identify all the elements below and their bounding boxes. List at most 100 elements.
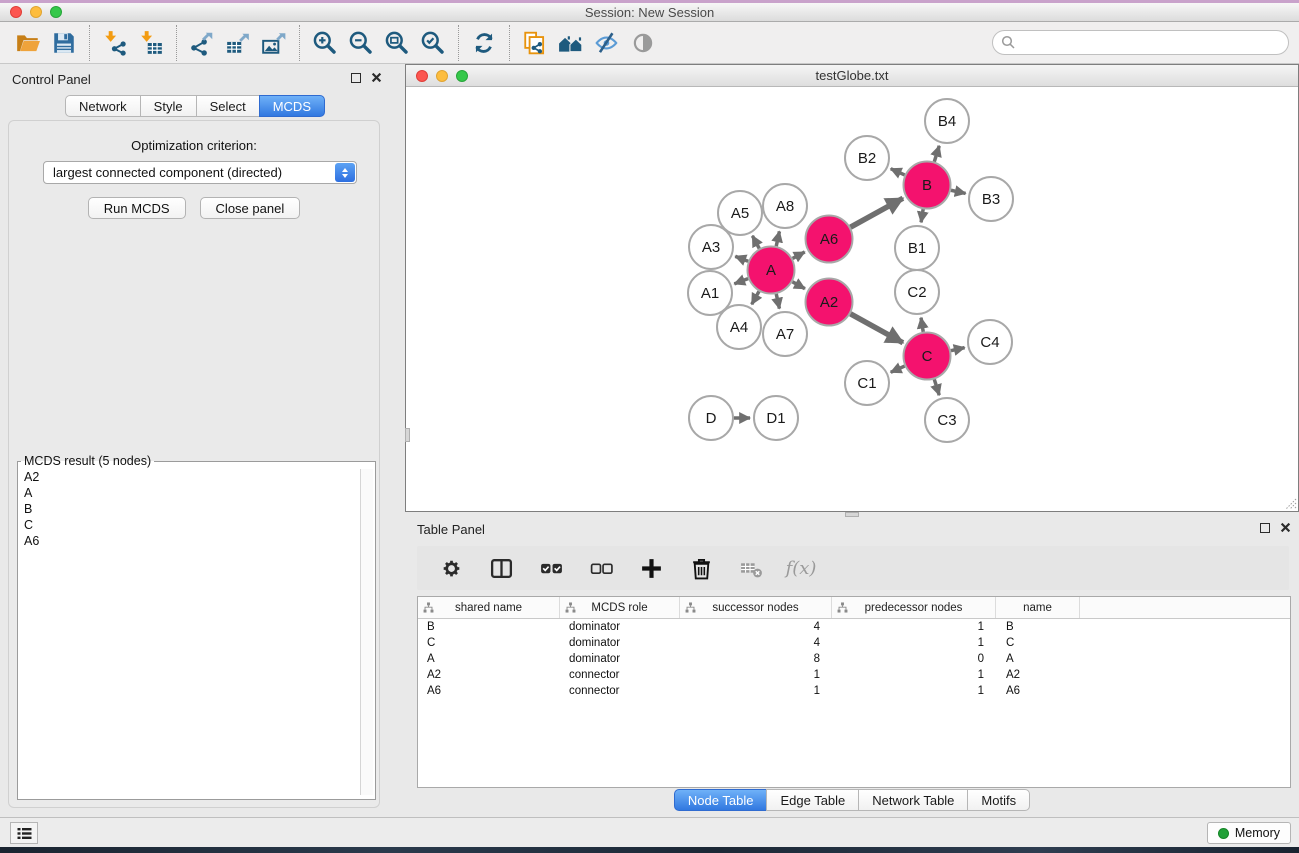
export-network-button[interactable] — [184, 26, 220, 60]
mcds-result-item[interactable]: A6 — [20, 533, 373, 549]
zoom-in-button[interactable] — [307, 26, 343, 60]
memory-button[interactable]: Memory — [1207, 822, 1291, 844]
export-image-button[interactable] — [256, 26, 292, 60]
run-mcds-button[interactable]: Run MCDS — [88, 197, 186, 219]
table-settings-button[interactable] — [433, 551, 469, 585]
graph-node-B3[interactable]: B3 — [969, 177, 1013, 221]
control-tab-mcds[interactable]: MCDS — [259, 95, 325, 117]
graph-edge-A-A5[interactable] — [752, 236, 759, 249]
table-cell[interactable]: 1 — [832, 685, 996, 697]
resize-grip-icon[interactable] — [1285, 498, 1297, 510]
table-cell[interactable]: C — [418, 637, 560, 649]
float-panel-icon[interactable] — [351, 73, 361, 83]
graph-edge-A-A2[interactable] — [792, 282, 804, 289]
close-network-button[interactable] — [416, 70, 428, 82]
zoom-fit-button[interactable] — [379, 26, 415, 60]
minimize-window-button[interactable] — [30, 6, 42, 18]
graph-node-B2[interactable]: B2 — [845, 136, 889, 180]
mcds-result-scrollbar[interactable] — [360, 469, 373, 795]
new-network-from-selection-button[interactable] — [517, 26, 553, 60]
column-header-name[interactable]: name — [996, 597, 1080, 618]
table-row[interactable]: A2connector11A2 — [418, 667, 1290, 683]
table-cell[interactable]: A2 — [418, 669, 560, 681]
graph-edge-B-B1[interactable] — [921, 209, 923, 222]
graph-edge-A-A7[interactable] — [776, 294, 779, 309]
table-tab-motifs[interactable]: Motifs — [967, 789, 1030, 811]
table-cell[interactable]: 1 — [680, 669, 832, 681]
graph-edge-A-A8[interactable] — [776, 231, 779, 246]
table-cell[interactable]: 0 — [832, 653, 996, 665]
table-cell[interactable]: C — [996, 637, 1080, 649]
table-cell[interactable]: A2 — [996, 669, 1080, 681]
zoom-selected-button[interactable] — [415, 26, 451, 60]
hide-annotations-button[interactable] — [589, 26, 625, 60]
control-tab-select[interactable]: Select — [196, 95, 260, 117]
graph-node-C2[interactable]: C2 — [895, 270, 939, 314]
delete-columns-button[interactable] — [683, 551, 719, 585]
search-input[interactable] — [1016, 33, 1288, 53]
graph-node-B[interactable]: B — [904, 162, 951, 209]
graph-node-C3[interactable]: C3 — [925, 398, 969, 442]
graph-node-A7[interactable]: A7 — [763, 312, 807, 356]
table-row[interactable]: Bdominator41B — [418, 619, 1290, 635]
table-cell[interactable]: connector — [560, 669, 680, 681]
table-cell[interactable]: dominator — [560, 653, 680, 665]
graph-edge-B-B3[interactable] — [951, 190, 966, 193]
close-panel-icon[interactable] — [371, 72, 382, 83]
table-row[interactable]: A6connector11A6 — [418, 683, 1290, 699]
table-cell[interactable]: B — [418, 621, 560, 633]
zoom-window-button[interactable] — [50, 6, 62, 18]
graph-node-D1[interactable]: D1 — [754, 396, 798, 440]
column-header-mcds-role[interactable]: MCDS role — [560, 597, 680, 618]
save-session-button[interactable] — [46, 26, 82, 60]
graph-edge-B-B4[interactable] — [934, 146, 939, 162]
graph-node-C[interactable]: C — [904, 333, 951, 380]
graph-node-C4[interactable]: C4 — [968, 320, 1012, 364]
graph-edge-A-A6[interactable] — [793, 252, 805, 258]
task-history-button[interactable] — [10, 822, 38, 844]
graph-node-B4[interactable]: B4 — [925, 99, 969, 143]
refresh-view-button[interactable] — [466, 26, 502, 60]
graph-edge-C-C4[interactable] — [951, 348, 965, 351]
table-cell[interactable]: 8 — [680, 653, 832, 665]
graph-node-B1[interactable]: B1 — [895, 226, 939, 270]
graph-node-A[interactable]: A — [748, 247, 795, 294]
table-cell[interactable]: B — [996, 621, 1080, 633]
graph-edge-B-B2[interactable] — [891, 169, 905, 175]
search-box[interactable] — [992, 30, 1289, 55]
table-cell[interactable]: dominator — [560, 621, 680, 633]
graph-edge-A-A1[interactable] — [734, 279, 748, 284]
graph-edge-C-C1[interactable] — [891, 366, 905, 372]
graph-node-A2[interactable]: A2 — [806, 279, 853, 326]
network-canvas[interactable]: B4B2BB3A8A5A6A3B1AA1C2A2A4A7C4CC1C3DD1 — [406, 87, 1298, 511]
graph-edge-A6-B[interactable] — [850, 198, 902, 227]
graph-node-A6[interactable]: A6 — [806, 216, 853, 263]
mcds-result-item[interactable]: B — [20, 501, 373, 517]
graph-edge-A-A3[interactable] — [735, 256, 748, 261]
graph-node-D[interactable]: D — [689, 396, 733, 440]
table-cell[interactable]: 1 — [832, 637, 996, 649]
show-graphics-details-button[interactable] — [625, 26, 661, 60]
open-session-button[interactable] — [10, 26, 46, 60]
minimize-network-button[interactable] — [436, 70, 448, 82]
toggle-column-view-button[interactable] — [483, 551, 519, 585]
graph-node-A3[interactable]: A3 — [689, 225, 733, 269]
graph-edge-A-A4[interactable] — [752, 291, 759, 304]
bottom-splitter-handle[interactable] — [845, 512, 859, 517]
table-row[interactable]: Cdominator41C — [418, 635, 1290, 651]
control-tab-style[interactable]: Style — [140, 95, 197, 117]
column-header-shared-name[interactable]: shared name — [418, 597, 560, 618]
graph-edge-A2-C[interactable] — [850, 314, 902, 343]
table-cell[interactable]: 4 — [680, 621, 832, 633]
graph-node-A1[interactable]: A1 — [688, 271, 732, 315]
table-tab-network-table[interactable]: Network Table — [858, 789, 968, 811]
table-tab-node-table[interactable]: Node Table — [674, 789, 768, 811]
import-network-button[interactable] — [97, 26, 133, 60]
unselect-all-columns-button[interactable] — [583, 551, 619, 585]
table-row[interactable]: Adominator80A — [418, 651, 1290, 667]
zoom-out-button[interactable] — [343, 26, 379, 60]
table-cell[interactable]: 1 — [832, 669, 996, 681]
graph-node-A8[interactable]: A8 — [763, 184, 807, 228]
select-all-columns-button[interactable] — [533, 551, 569, 585]
close-window-button[interactable] — [10, 6, 22, 18]
